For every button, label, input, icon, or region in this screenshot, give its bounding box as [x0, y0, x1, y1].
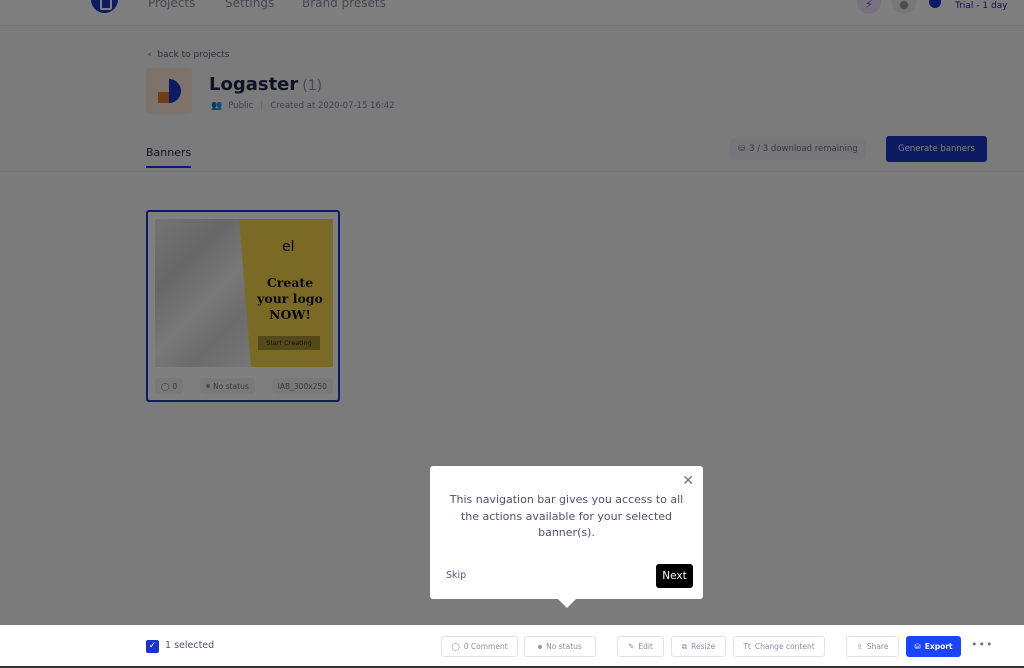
- select-checkbox[interactable]: ✓: [146, 640, 159, 653]
- comment-button[interactable]: ◯ 0 Comment: [441, 636, 518, 657]
- pencil-icon: ✎: [628, 642, 635, 651]
- next-button[interactable]: Next: [656, 564, 693, 588]
- status-label: No status: [546, 642, 582, 651]
- skip-button[interactable]: Skip: [446, 570, 466, 581]
- onboarding-tooltip: ✕ This navigation bar gives you access t…: [430, 466, 703, 608]
- change-content-button[interactable]: Tt Change content: [733, 636, 825, 657]
- status-button[interactable]: No status: [524, 636, 596, 657]
- more-options-icon[interactable]: •••: [971, 638, 993, 651]
- share-label: Share: [866, 642, 889, 651]
- share-icon: ⇪: [856, 642, 863, 651]
- resize-label: Resize: [691, 642, 716, 651]
- export-button[interactable]: ⛁ Export: [906, 636, 961, 657]
- resize-button[interactable]: ⧉ Resize: [671, 636, 726, 657]
- edit-button[interactable]: ✎ Edit: [617, 636, 664, 657]
- change-content-label: Change content: [754, 642, 815, 651]
- close-icon[interactable]: ✕: [682, 473, 694, 489]
- comment-icon: ◯: [451, 642, 460, 651]
- edit-label: Edit: [638, 642, 653, 651]
- export-icon: ⛁: [914, 642, 921, 651]
- text-icon: Tt: [743, 642, 751, 651]
- resize-icon: ⧉: [681, 641, 688, 651]
- tooltip-text: This navigation bar gives you access to …: [449, 493, 684, 539]
- status-dot-icon: [538, 644, 543, 649]
- export-label: Export: [924, 642, 953, 651]
- share-button[interactable]: ⇪ Share: [846, 636, 899, 657]
- selected-count: 1 selected: [165, 640, 215, 651]
- bottom-action-bar: ✓ 1 selected ◯ 0 Comment No status ✎ Edit …: [0, 625, 1024, 668]
- comment-label: 0 Comment: [463, 642, 508, 651]
